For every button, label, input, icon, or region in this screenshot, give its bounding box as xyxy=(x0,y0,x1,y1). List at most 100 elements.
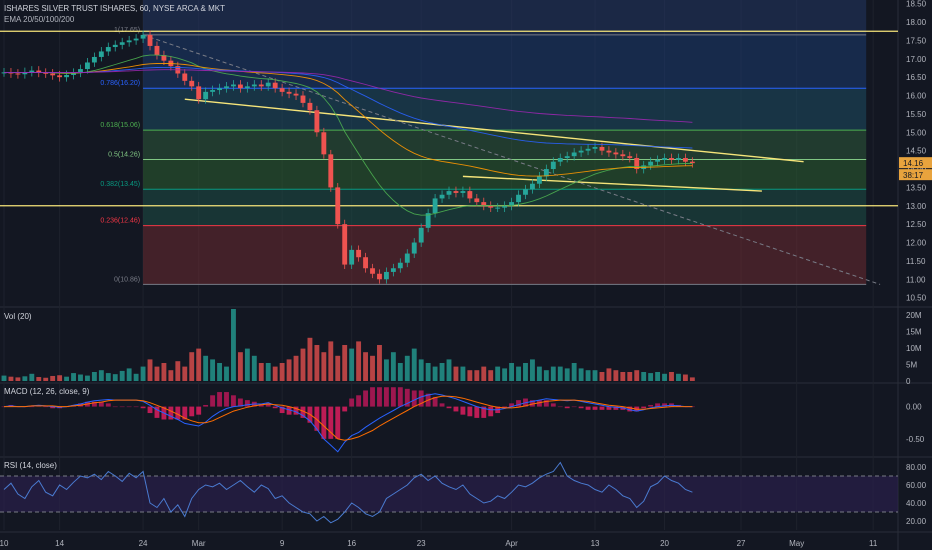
macd-histogram-bar xyxy=(29,406,35,408)
price-tick-label: 17.50 xyxy=(906,36,927,45)
volume-bar xyxy=(453,366,459,381)
volume-bar xyxy=(119,370,125,381)
candle-body xyxy=(411,242,417,254)
volume-bar xyxy=(578,368,584,381)
volume-bar xyxy=(203,355,209,381)
candle-body xyxy=(251,84,257,87)
volume-bar xyxy=(377,345,382,381)
time-tick-label: 10 xyxy=(0,539,9,548)
candle-body xyxy=(578,150,584,153)
macd-histogram-bar xyxy=(397,387,403,407)
macd-histogram-bar xyxy=(439,403,445,407)
candle-body xyxy=(98,51,104,57)
volume-bar xyxy=(655,372,661,381)
volume-bar xyxy=(328,341,334,381)
volume-bar xyxy=(634,370,640,381)
volume-bar xyxy=(15,377,21,381)
volume-bar xyxy=(29,373,35,381)
candle-body xyxy=(147,34,153,46)
candle-body xyxy=(105,47,111,52)
rsi-tick-label: 60.00 xyxy=(906,481,927,490)
volume-bar xyxy=(592,370,598,381)
price-tick-label: 16.00 xyxy=(906,92,927,101)
macd-histogram-bar xyxy=(460,406,466,415)
fib-zone xyxy=(143,159,867,190)
volume-bar xyxy=(662,373,667,381)
candle-body xyxy=(530,183,535,190)
candle-body xyxy=(599,146,605,151)
volume-bar xyxy=(613,370,619,381)
price-tick-label: 16.50 xyxy=(906,73,927,82)
volume-bar xyxy=(495,366,501,381)
volume-bar xyxy=(530,359,535,381)
countdown-text: 38:17 xyxy=(903,171,924,180)
macd-histogram-bar xyxy=(112,406,118,408)
candle-body xyxy=(133,38,139,41)
candle-body xyxy=(112,44,118,48)
volume-bar xyxy=(224,366,229,381)
price-tick-label: 11.00 xyxy=(906,275,926,284)
volume-bar xyxy=(43,377,49,381)
candle-body xyxy=(662,158,667,160)
macd-tick-label: 0.00 xyxy=(906,403,922,412)
candle-body xyxy=(363,257,368,269)
volume-bar xyxy=(8,376,14,381)
macd-histogram-bar xyxy=(272,406,278,409)
volume-bar xyxy=(516,366,521,381)
volume-bar xyxy=(460,366,466,381)
candle-body xyxy=(446,191,452,195)
macd-histogram-bar xyxy=(231,395,236,407)
macd-histogram-bar xyxy=(210,395,216,407)
macd-histogram-bar xyxy=(453,406,459,412)
price-tick-label: 13.00 xyxy=(906,202,927,211)
candle-body xyxy=(349,249,355,265)
volume-bar xyxy=(272,366,278,381)
volume-bar xyxy=(404,355,410,381)
candle-body xyxy=(397,262,403,269)
volume-bar xyxy=(175,361,181,381)
time-tick-label: 27 xyxy=(737,539,746,548)
price-tick-label: 18.00 xyxy=(906,18,927,27)
macd-histogram-bar xyxy=(585,406,591,410)
volume-bar xyxy=(300,348,306,381)
volume-bar xyxy=(36,377,42,381)
candle-body xyxy=(370,268,375,274)
volume-bar xyxy=(154,366,160,381)
last-price-text: 14.16 xyxy=(903,159,924,168)
candle-body xyxy=(91,56,97,63)
volume-bar xyxy=(307,337,313,381)
price-tick-label: 12.50 xyxy=(906,220,927,229)
trading-chart[interactable]: 1(17.65) 0.786(16.20) 0.618(15.06) 0.5(14.2… xyxy=(0,0,932,550)
volume-bar xyxy=(418,359,424,381)
candle-body xyxy=(418,227,424,243)
candle-body xyxy=(64,74,70,78)
volume-bar xyxy=(91,372,97,381)
macd-histogram-bar xyxy=(648,404,654,407)
macd-histogram-bar xyxy=(217,392,222,407)
macd-histogram-bar xyxy=(411,390,417,407)
volume-bar xyxy=(439,363,445,381)
macd-histogram-bar xyxy=(203,404,209,407)
candle-body xyxy=(648,161,654,166)
time-tick-label: 9 xyxy=(280,539,285,548)
volume-bar xyxy=(64,376,70,381)
volume-bar xyxy=(50,375,56,381)
macd-histogram-bar xyxy=(244,400,250,407)
macd-histogram-bar xyxy=(564,406,570,409)
volume-bar xyxy=(258,363,264,381)
candle-body xyxy=(682,158,688,162)
volume-bar xyxy=(599,372,605,381)
candle-body xyxy=(356,249,362,258)
candle-body xyxy=(224,86,229,89)
candle-body xyxy=(523,189,528,195)
volume-bar xyxy=(488,370,494,381)
rsi-band xyxy=(0,476,898,512)
volume-bar xyxy=(432,366,438,381)
macd-histogram-bar xyxy=(119,406,125,408)
macd-histogram-bar xyxy=(126,406,132,408)
candle-body xyxy=(432,198,438,214)
price-tick-label: 15.00 xyxy=(906,128,927,137)
macd-histogram-bar xyxy=(550,403,556,407)
macd-histogram-bar xyxy=(224,392,229,407)
candle-body xyxy=(342,224,348,265)
